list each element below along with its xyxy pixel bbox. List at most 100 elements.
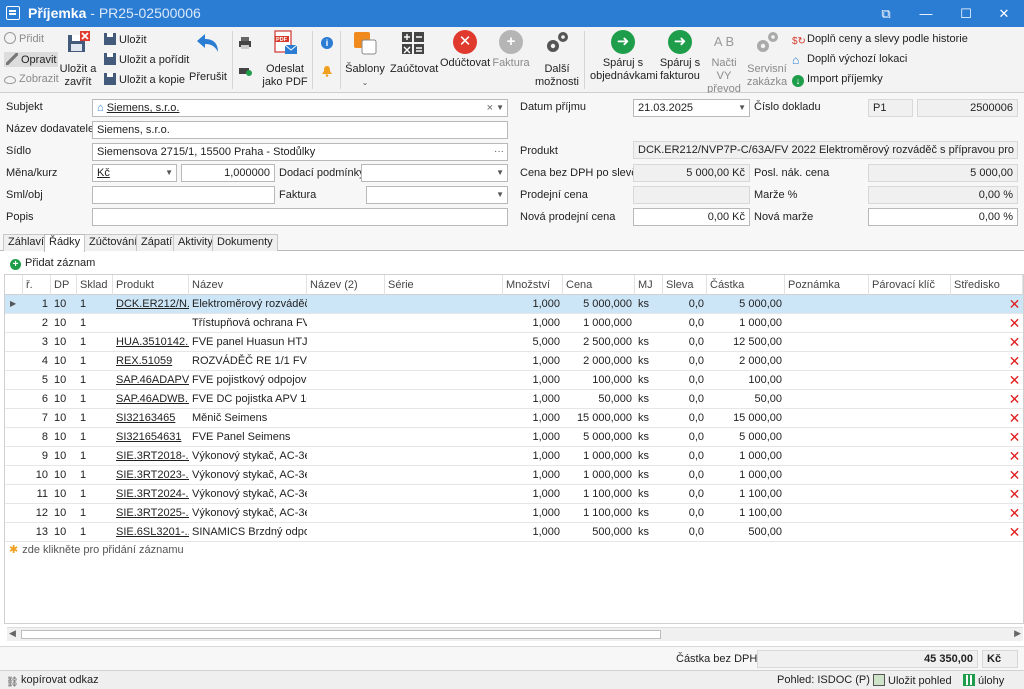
col-header-radek[interactable]: ř. — [23, 275, 51, 295]
prerusit-button[interactable]: Přerušit — [186, 30, 230, 84]
cell-mj[interactable]: ks — [635, 428, 663, 446]
cell-castka[interactable]: 50,00 — [707, 390, 785, 408]
ulozit-zavrit-button[interactable]: Uložit a zavřít — [56, 30, 100, 89]
cell-cena[interactable]: 1 000,000 — [563, 466, 635, 484]
cell-mnozstvi[interactable]: 1,000 — [503, 504, 563, 522]
cell-dp[interactable]: 10 — [51, 352, 77, 370]
cell-mj[interactable]: ks — [635, 523, 663, 541]
cell-cena[interactable]: 1 000,000 — [563, 447, 635, 465]
cell-mj[interactable]: ks — [635, 352, 663, 370]
cell-castka[interactable]: 100,00 — [707, 371, 785, 389]
cell-mj[interactable] — [635, 314, 663, 332]
cell-cena[interactable]: 5 000,000 — [563, 428, 635, 446]
dropdown-arrow-icon[interactable]: ▼ — [738, 100, 746, 116]
cell-produkt[interactable]: SIE.3RT2025-... — [113, 504, 189, 522]
cell-mnozstvi[interactable]: 1,000 — [503, 485, 563, 503]
col-header-parovaci-klic[interactable]: Párovací klíč — [869, 275, 951, 295]
cell-mj[interactable]: ks — [635, 333, 663, 351]
cell-sklad[interactable]: 1 — [77, 314, 113, 332]
mena-select[interactable]: Kč ▼ — [92, 164, 177, 182]
cell-sklad[interactable]: 1 — [77, 409, 113, 427]
cell-sklad[interactable]: 1 — [77, 428, 113, 446]
cell-sleva[interactable]: 0,0 — [663, 352, 707, 370]
tab-radky[interactable]: Řádky — [44, 234, 86, 252]
cell-produkt[interactable]: SIE.3RT2024-... — [113, 485, 189, 503]
table-row[interactable]: 12 10 1 SIE.3RT2025-... Výkonový stykač, AC-… — [5, 504, 1023, 523]
cell-castka[interactable]: 15 000,00 — [707, 409, 785, 427]
dropdown-arrow-icon[interactable]: ▼ — [496, 100, 504, 116]
cell-nazev[interactable]: Měnič Seimens — [189, 409, 307, 427]
cell-sklad[interactable]: 1 — [77, 333, 113, 351]
more-icon[interactable]: ··· — [494, 144, 504, 160]
sml-obj-field[interactable] — [92, 186, 275, 204]
cell-sklad[interactable]: 1 — [77, 485, 113, 503]
cell-nazev[interactable]: Třístupňová ochrana FVE — [189, 314, 307, 332]
cell-castka[interactable]: 12 500,00 — [707, 333, 785, 351]
col-header-stredisko[interactable]: Středisko — [951, 275, 1023, 295]
cell-nazev[interactable]: ROZVÁDĚČ RE 1/1 FV... — [189, 352, 307, 370]
table-row[interactable]: ▶ 1 10 1 DCK.ER212/N... Elektroměrový rozvádě… — [5, 295, 1023, 314]
cell-nazev[interactable]: Elektroměrový rozváděč... — [189, 295, 307, 313]
cell-castka[interactable]: 2 000,00 — [707, 352, 785, 370]
cell-castka[interactable]: 1 000,00 — [707, 466, 785, 484]
cell-cena[interactable]: 5 000,000 — [563, 295, 635, 313]
cell-mj[interactable]: ks — [635, 504, 663, 522]
dropdown-arrow-icon[interactable]: ▼ — [496, 165, 504, 181]
cell-dp[interactable]: 10 — [51, 504, 77, 522]
table-row[interactable]: 13 10 1 SIE.6SL3201-... SINAMICS Brzdný odpo… — [5, 523, 1023, 542]
cell-n[interactable]: 10 — [23, 466, 51, 484]
faktura-select[interactable]: ▼ — [366, 186, 508, 204]
cell-dp[interactable]: 10 — [51, 409, 77, 427]
cell-cena[interactable]: 1 100,000 — [563, 504, 635, 522]
scroll-left-icon[interactable]: ◀ — [9, 628, 16, 639]
cell-mnozstvi[interactable]: 1,000 — [503, 447, 563, 465]
cell-produkt[interactable]: REX.51059 — [113, 352, 189, 370]
cell-n[interactable]: 13 — [23, 523, 51, 541]
ulozit-kopie-button[interactable]: Uložit a kopie — [104, 73, 185, 86]
cell-sklad[interactable]: 1 — [77, 390, 113, 408]
delete-row-icon[interactable]: ✕ — [1008, 392, 1021, 406]
servisni-zakazka-button[interactable]: Servisní zakázka — [746, 30, 788, 89]
cell-dp[interactable]: 10 — [51, 333, 77, 351]
cell-sleva[interactable]: 0,0 — [663, 523, 707, 541]
datum-prijmu-field[interactable]: 21.03.2025 ▼ — [633, 99, 750, 117]
clear-icon[interactable]: × — [487, 100, 493, 116]
cell-cena[interactable]: 500,000 — [563, 523, 635, 541]
table-row[interactable]: 8 10 1 SI321654631 FVE Panel Seimens 1,000 5 0… — [5, 428, 1023, 447]
col-header-sleva[interactable]: Sleva — [663, 275, 707, 295]
cell-nazev[interactable]: SINAMICS Brzdný odpo... — [189, 523, 307, 541]
col-header-sklad[interactable]: Sklad — [77, 275, 113, 295]
sidlo-field[interactable]: Siemensova 2715/1, 15500 Praha - Stodůlk… — [92, 143, 508, 161]
cell-nazev[interactable]: Výkonový stykač, AC-3e/... — [189, 447, 307, 465]
col-header-poznamka[interactable]: Poznámka — [785, 275, 869, 295]
table-row[interactable]: 5101SAP.46ADAPV...FVE pojistkový odpojov… — [5, 371, 1023, 390]
cell-sleva[interactable]: 0,0 — [663, 371, 707, 389]
nacti-vy-prevod-button[interactable]: A B Načti VY převod — [704, 30, 744, 96]
dodaci-podminky-select[interactable]: ▼ — [361, 164, 508, 182]
delete-row-icon[interactable]: ✕ — [1008, 411, 1021, 425]
cell-n[interactable]: 6 — [23, 390, 51, 408]
faktura-button[interactable]: + Faktura — [492, 30, 530, 70]
cell-sklad[interactable]: 1 — [77, 523, 113, 541]
cell-n[interactable]: 8 — [23, 428, 51, 446]
cell-dp[interactable]: 10 — [51, 485, 77, 503]
cell-sleva[interactable]: 0,0 — [663, 504, 707, 522]
horizontal-scrollbar[interactable]: ◀ ▶ — [7, 627, 1023, 641]
cell-produkt[interactable]: SAP.46ADWB... — [113, 390, 189, 408]
cell-produkt[interactable]: DCK.ER212/N... — [113, 295, 189, 313]
cell-sleva[interactable]: 0,0 — [663, 409, 707, 427]
col-header-mnozstvi[interactable]: Množství — [503, 275, 563, 295]
cell-n[interactable]: 11 — [23, 485, 51, 503]
cell-sklad[interactable]: 1 — [77, 504, 113, 522]
print-icon[interactable] — [238, 36, 252, 50]
bell-icon[interactable] — [321, 65, 333, 77]
cell-sklad[interactable]: 1 — [77, 352, 113, 370]
cell-cena[interactable]: 1 000,000 — [563, 314, 635, 332]
new-row-placeholder[interactable]: ✱ zde klikněte pro přidání záznamu — [5, 541, 1023, 559]
delete-row-icon[interactable]: ✕ — [1008, 335, 1021, 349]
cell-dp[interactable]: 10 — [51, 523, 77, 541]
cell-castka[interactable]: 1 000,00 — [707, 447, 785, 465]
scrollbar-thumb[interactable] — [21, 630, 661, 639]
cell-mj[interactable]: ks — [635, 409, 663, 427]
cell-nazev[interactable]: FVE Panel Seimens — [189, 428, 307, 446]
